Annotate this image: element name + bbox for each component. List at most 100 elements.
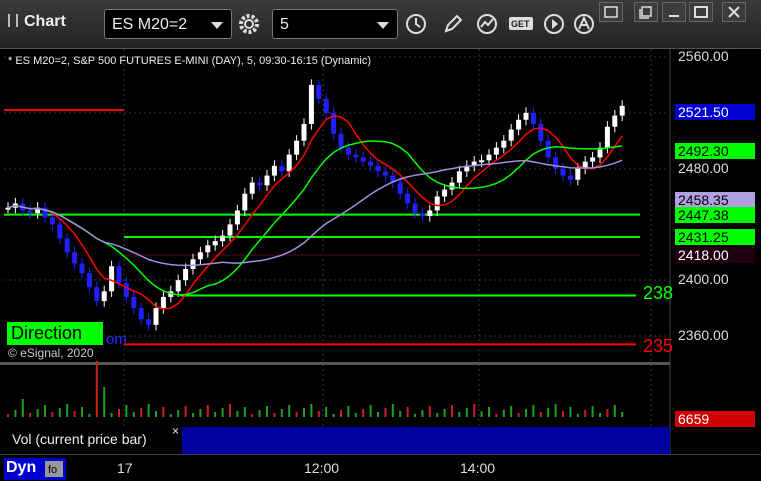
volume-bar [569, 407, 572, 417]
get-data-icon[interactable]: GET [507, 10, 535, 38]
copyright: © eSignal, 2020 [8, 346, 94, 360]
volume-study-label[interactable]: Vol (current price bar) × [4, 424, 182, 452]
price-tick: 2480.00 [678, 160, 729, 176]
restore-window-button[interactable] [634, 2, 658, 22]
alert-icon[interactable] [570, 10, 598, 38]
dyn-label: Dyn [6, 459, 37, 476]
candle-body [427, 210, 433, 217]
volume-bar [399, 411, 402, 417]
price-tag-ma: 2492.30 [675, 143, 755, 159]
volume-bar [599, 413, 601, 417]
candle-body [264, 175, 270, 186]
volume-bar [280, 409, 283, 417]
volume-bar [21, 399, 24, 417]
candle-body [419, 213, 425, 217]
volume-bar [243, 407, 246, 417]
interval-value: 5 [280, 16, 289, 33]
volume-bar [591, 406, 594, 417]
volume-bar [539, 412, 542, 417]
chart-canvas[interactable] [0, 49, 761, 481]
candle-body [523, 112, 529, 120]
level-label-red: 235 [643, 336, 674, 356]
volume-bar [502, 410, 505, 417]
price-chart[interactable]: * ES M20=2, S&P 500 FUTURES E-MINI (DAY)… [0, 48, 761, 481]
clock-icon[interactable] [402, 10, 430, 38]
settings-gear-icon[interactable] [235, 10, 263, 38]
dyn-button[interactable]: Dyn fo [4, 458, 66, 480]
candle-body [197, 252, 203, 260]
volume-bar [576, 414, 579, 417]
close-study-icon[interactable]: × [172, 424, 179, 438]
volume-bar [110, 413, 113, 417]
candle-body [64, 238, 70, 253]
candle-body [57, 224, 63, 239]
volume-bar [118, 409, 120, 417]
volume-bar [510, 406, 513, 417]
price-tag-level: 2418.00 [675, 247, 755, 263]
volume-bar [29, 413, 32, 417]
volume-bar [480, 411, 483, 417]
lock-icon: fo [45, 461, 63, 477]
candle-body [138, 308, 144, 320]
pencil-icon[interactable] [439, 10, 467, 38]
candle-body [101, 291, 107, 302]
minimize-button[interactable] [662, 2, 686, 22]
volume-bar [66, 404, 69, 417]
volume-bar [36, 409, 39, 417]
volume-bar [73, 411, 76, 417]
volume-bar [206, 405, 209, 417]
blue-overlay-text: om [106, 331, 127, 348]
volume-bar [251, 414, 254, 417]
candle-body [382, 171, 388, 176]
symbol-combo[interactable]: ES M20=2 [104, 9, 232, 39]
volume-bar [451, 405, 453, 417]
candle-body [94, 287, 100, 302]
volume-bar [532, 405, 535, 417]
volume-bar [88, 414, 91, 417]
candle-body [301, 123, 307, 141]
volume-bar [199, 409, 202, 417]
candle-body [567, 175, 573, 180]
volume-bar [214, 412, 217, 417]
candle-body [590, 157, 596, 162]
volume-bar [192, 413, 194, 417]
candle-body [479, 160, 485, 163]
time-axis: Dyn fo 17 12:00 14:00 [0, 454, 761, 481]
candle-body [49, 217, 55, 225]
chevron-down-icon [211, 22, 223, 29]
forward-icon[interactable] [540, 10, 568, 38]
study-icon[interactable] [473, 10, 501, 38]
volume-bar [169, 414, 172, 417]
candle-body [131, 296, 137, 309]
candle-body [294, 140, 300, 155]
volume-bar [147, 404, 150, 417]
candle-body [160, 296, 166, 309]
volume-label-text: Vol (current price bar) [12, 431, 147, 447]
volume-bar [310, 404, 313, 417]
volume-bar [266, 406, 268, 417]
link-window-button[interactable] [599, 2, 623, 22]
candle-body [604, 126, 610, 148]
volume-bar [162, 407, 165, 417]
candle-body [79, 263, 85, 274]
close-button[interactable] [722, 2, 746, 22]
candle-body [279, 165, 285, 172]
volume-bar [517, 413, 520, 417]
volume-bar [421, 410, 424, 417]
candle-body [530, 112, 536, 124]
volume-bar [58, 408, 61, 417]
panel-divider[interactable] [0, 362, 670, 365]
volume-tag: 6659 [675, 411, 755, 427]
candle-body [368, 161, 374, 166]
candle-body [412, 203, 418, 214]
maximize-button[interactable] [689, 2, 713, 22]
candle-body [109, 266, 115, 292]
volume-bar [95, 361, 98, 417]
volume-bar [221, 408, 224, 417]
interval-combo[interactable]: 5 [272, 9, 398, 39]
price-tag-level: 2447.38 [675, 207, 755, 223]
time-label: 17 [117, 460, 133, 476]
volume-bar [140, 408, 143, 417]
candle-body [316, 84, 322, 99]
volume-bar [428, 406, 431, 417]
